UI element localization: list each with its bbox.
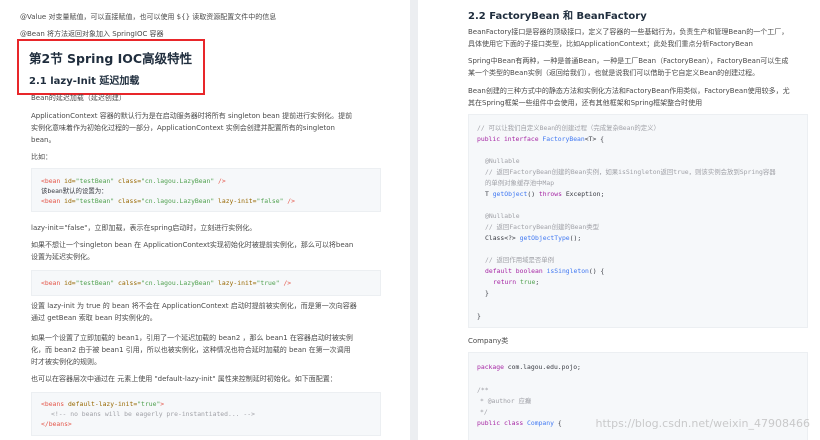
code-line: T getObject() throws Exception; [485, 190, 605, 198]
paragraph: 时才被实例化的规则。 [31, 358, 101, 366]
code-line: } [477, 312, 481, 320]
code-line: <!-- no beans will be eagerly pre-instan… [51, 410, 255, 418]
intro-line-bean: @Bean 将方法返回对象加入 SpringIOC 容器 [20, 30, 164, 38]
paragraph: 也可以在容器层次中通过在 元素上使用 "default-lazy-init" 属… [31, 375, 337, 383]
code-line: return true; [493, 278, 540, 286]
paragraph: 具体使用它下面的子接口类型，比如ApplicationContext；此处我们重… [468, 40, 753, 48]
paragraph: 通过 getBean 索取 bean 时实例化的。 [31, 314, 157, 322]
code-line: <bean id="testBean" calss="cn.lagou.Lazy… [41, 279, 292, 287]
code-line: } [485, 289, 489, 297]
paragraph: 实例化意味着作为初始化过程的一部分，ApplicationContext 实例会… [31, 124, 335, 132]
code-block: // 可以让我们自定义Bean的创建过程（完成复杂Bean的定义） public… [468, 114, 808, 328]
paragraph: 如果一个设置了立即加载的 bean1，引用了一个延迟加载的 bean2 ，那么 … [31, 334, 353, 342]
paragraph: 设置 lazy-init 为 true 的 bean 将不会在 Applicat… [31, 302, 357, 310]
paragraph: ApplicationContext 容器的默认行为是在启动服务器时将所有 si… [31, 112, 353, 120]
watermark: https://blog.csdn.net/weixin_47908466 [595, 417, 810, 430]
code-line: // 可以让我们自定义Bean的创建过程（完成复杂Bean的定义） [477, 124, 660, 132]
code-line: default boolean isSingleton() { [485, 267, 605, 275]
factorybean-title: 2.2 FactoryBean 和 BeanFactory [468, 11, 647, 22]
code-block: <bean id="testBean" class="cn.lagou.Lazy… [31, 168, 381, 212]
code-line: </beans> [41, 420, 72, 428]
code-block: <bean id="testBean" calss="cn.lagou.Lazy… [31, 270, 381, 296]
paragraph: 如果不想让一个singleton bean 在 ApplicationConte… [31, 241, 354, 249]
paragraph: 设置为延迟实例化。 [31, 253, 94, 261]
paragraph: Bean的延迟加载（延迟创建） [31, 94, 126, 102]
right-document-page: 2.2 FactoryBean 和 BeanFactory BeanFactor… [418, 0, 820, 440]
code-line: 的单例对象缓存池中Map [485, 179, 555, 187]
code-line: // 返回FactoryBean创建的Bean实例，如果isSingleton返… [485, 168, 776, 176]
code-line: <bean id="testBean" class="cn.lagou.Lazy… [41, 177, 226, 185]
paragraph: Spring中Bean有两种，一种是普通Bean，一种是工厂Bean（Facto… [468, 57, 789, 65]
intro-line-value: @Value 对变量赋值，可以直接赋值，也可以使用 ${} 读取资源配置文件中的… [20, 13, 277, 21]
paragraph: 比如： [31, 153, 52, 161]
code-line: Class<?> getObjectType(); [485, 234, 582, 242]
paragraph: Bean创建的三种方式中的静态方法和实例化方法和FactoryBean作用类似，… [468, 87, 790, 95]
code-line: package com.lagou.edu.pojo; [477, 363, 581, 371]
highlight-box [17, 39, 205, 95]
paragraph: 化，而 bean2 由于被 bean1 引用，所以也被实例化，这种情况也符合延时… [31, 346, 351, 354]
paragraph: Company类 [468, 337, 509, 345]
code-line: public interface FactoryBean<T> { [477, 135, 604, 143]
code-line: 该bean默认的设置为： [41, 187, 108, 195]
paragraph: lazy-init="false"，立即加载，表示在spring启动时，立刻进行… [31, 224, 257, 232]
code-line: public class Company { [477, 419, 562, 427]
paragraph: BeanFactory接口是容器的顶级接口，定义了容器的一些基础行为，负责生产和… [468, 28, 789, 36]
code-line: // 返回作用域是否单例 [485, 256, 555, 264]
code-line: // 返回FactoryBean创建的Bean类型 [485, 223, 599, 231]
code-line: /** [477, 386, 489, 394]
code-block: <beans default-lazy-init="true"> <!-- no… [31, 392, 381, 436]
code-line: <bean id="testBean" class="cn.lagou.Lazy… [41, 197, 295, 205]
paragraph: 其在Spring框架一些组件中会使用，还有其他框架和Spring框架整合时使用 [468, 99, 703, 107]
code-line: @Nullable [485, 157, 520, 165]
paragraph: 某一个类型的Bean实例（返回给我们），也就是说我们可以借助于它自定义Bean的… [468, 69, 760, 77]
code-line: * @author 应癫 [480, 397, 532, 405]
paragraph: bean。 [31, 136, 56, 144]
code-line: */ [480, 408, 488, 416]
code-line: <beans default-lazy-init="true"> [41, 400, 165, 408]
left-document-page: @Value 对变量赋值，可以直接赋值，也可以使用 ${} 读取资源配置文件中的… [0, 0, 410, 440]
code-line: @Nullable [485, 212, 520, 220]
